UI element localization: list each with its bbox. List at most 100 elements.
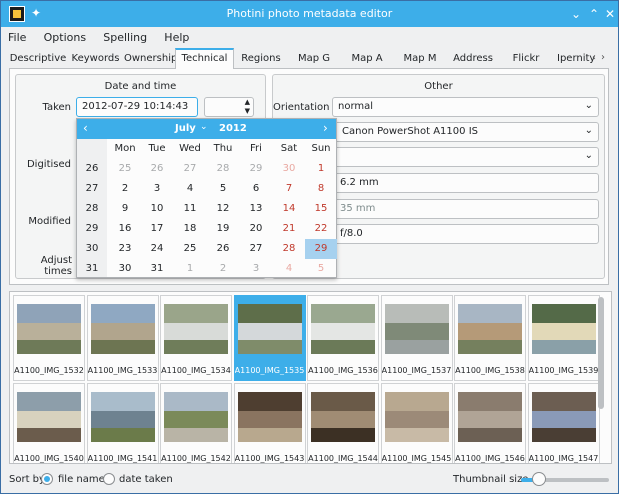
calendar-month[interactable]: July bbox=[175, 123, 196, 134]
calendar-day[interactable]: 14 bbox=[273, 199, 305, 219]
focal-length-35mm-field[interactable]: 35 mm bbox=[332, 199, 599, 219]
calendar-day[interactable]: 29 bbox=[240, 159, 272, 179]
thumbnail-item[interactable]: A1100_IMG_1532 bbox=[13, 295, 85, 381]
tab-map-a[interactable]: Map A bbox=[341, 50, 393, 69]
calendar-prev-month-icon[interactable]: ‹ bbox=[83, 121, 88, 135]
calendar-day[interactable]: 30 bbox=[109, 259, 141, 279]
spin-arrows[interactable]: ▲ ▼ bbox=[245, 98, 250, 116]
minimize-icon[interactable]: ⌄ bbox=[567, 5, 585, 23]
spin-up-icon[interactable]: ▲ bbox=[245, 98, 250, 106]
sort-file-name-radio[interactable] bbox=[41, 473, 53, 485]
calendar-day[interactable]: 4 bbox=[174, 179, 206, 199]
calendar-day[interactable]: 16 bbox=[109, 219, 141, 239]
calendar-day[interactable]: 4 bbox=[273, 259, 305, 279]
calendar-day[interactable]: 27 bbox=[174, 159, 206, 179]
calendar-day[interactable]: 19 bbox=[207, 219, 239, 239]
orientation-select[interactable]: normal ⌄ bbox=[332, 97, 599, 117]
thumbnail-item[interactable]: A1100_IMG_1539 bbox=[527, 295, 600, 381]
tab-keywords[interactable]: Keywords bbox=[67, 50, 124, 69]
calendar-popup[interactable]: ‹ July ⌄ 2012 › Mon Tue Wed Thu Fri Sat Sun 26 2… bbox=[76, 118, 337, 278]
calendar-day[interactable]: 26 bbox=[207, 239, 239, 259]
thumbnail-item[interactable]: A1100_IMG_1536 bbox=[307, 295, 379, 381]
calendar-day[interactable]: 13 bbox=[240, 199, 272, 219]
calendar-day[interactable]: 31 bbox=[141, 259, 173, 279]
taken-datetime-field[interactable]: 2012-07-29 10:14:43 bbox=[76, 97, 198, 117]
scrollbar-handle[interactable] bbox=[598, 297, 604, 409]
aperture-field[interactable]: f/8.0 bbox=[332, 224, 599, 244]
thumbnail-item[interactable]: A1100_IMG_1538 bbox=[454, 295, 526, 381]
thumbnail-item[interactable]: A1100_IMG_1546 bbox=[454, 383, 526, 463]
calendar-day[interactable]: 1 bbox=[305, 159, 337, 179]
tab-flickr[interactable]: Flickr bbox=[500, 50, 552, 69]
tab-address[interactable]: Address bbox=[447, 50, 499, 69]
thumbnail-item[interactable]: A1100_IMG_1537 bbox=[380, 295, 453, 381]
spin-down-icon[interactable]: ▼ bbox=[245, 107, 250, 115]
calendar-day[interactable]: 8 bbox=[305, 179, 337, 199]
tab-technical[interactable]: Technical bbox=[175, 48, 234, 70]
thumbnail-item[interactable]: A1100_IMG_1540 bbox=[13, 383, 85, 463]
calendar-day[interactable]: 29 bbox=[305, 239, 337, 259]
tab-ipernity[interactable]: Ipernity bbox=[553, 50, 597, 69]
calendar-day[interactable]: 27 bbox=[240, 239, 272, 259]
thumbnail-item[interactable]: A1100_IMG_1545 bbox=[380, 383, 453, 463]
sort-date-taken-radio[interactable] bbox=[103, 473, 115, 485]
thumbnail-size-slider-handle[interactable] bbox=[531, 472, 546, 486]
thumbnail-item[interactable]: A1100_IMG_1547 bbox=[527, 383, 600, 463]
tab-map-g[interactable]: Map G bbox=[288, 50, 340, 69]
menu-file[interactable]: File bbox=[1, 27, 33, 44]
calendar-day[interactable]: 3 bbox=[141, 179, 173, 199]
tab-map-m[interactable]: Map M bbox=[394, 50, 446, 69]
calendar-day[interactable]: 12 bbox=[207, 199, 239, 219]
calendar-day[interactable]: 5 bbox=[207, 179, 239, 199]
calendar-day[interactable]: 22 bbox=[305, 219, 337, 239]
calendar-day[interactable]: 2 bbox=[109, 179, 141, 199]
calendar-day[interactable]: 7 bbox=[273, 179, 305, 199]
thumbnail-item[interactable]: A1100_IMG_1541 bbox=[86, 383, 159, 463]
calendar-day[interactable]: 11 bbox=[174, 199, 206, 219]
chevron-right-icon[interactable]: › bbox=[601, 52, 605, 63]
calendar-day[interactable]: 6 bbox=[240, 179, 272, 199]
thumbnail-item[interactable]: A1100_IMG_1544 bbox=[307, 383, 379, 463]
sort-date-taken-label[interactable]: date taken bbox=[119, 474, 173, 485]
camera-select[interactable]: Canon PowerShot A1100 IS ⌄ bbox=[332, 122, 599, 142]
calendar-day[interactable]: 28 bbox=[273, 239, 305, 259]
menu-help[interactable]: Help bbox=[157, 27, 196, 44]
title-bar[interactable]: ✦ Photini photo metadata editor ⌄ ⌃ ✕ bbox=[1, 1, 618, 27]
calendar-day[interactable]: 15 bbox=[305, 199, 337, 219]
close-icon[interactable]: ✕ bbox=[601, 5, 619, 23]
calendar-day[interactable]: 3 bbox=[240, 259, 272, 279]
calendar-day[interactable]: 1 bbox=[174, 259, 206, 279]
calendar-day[interactable]: 21 bbox=[273, 219, 305, 239]
calendar-day[interactable]: 24 bbox=[141, 239, 173, 259]
calendar-day[interactable]: 25 bbox=[109, 159, 141, 179]
calendar-day[interactable]: 25 bbox=[174, 239, 206, 259]
chevron-down-icon[interactable]: ⌄ bbox=[200, 122, 208, 132]
calendar-day[interactable]: 5 bbox=[305, 259, 337, 279]
lens-select[interactable]: ⌄ bbox=[332, 147, 599, 167]
tab-regions[interactable]: Regions bbox=[235, 50, 287, 69]
calendar-year[interactable]: 2012 bbox=[219, 123, 247, 134]
thumbnail-scrollbar[interactable] bbox=[597, 295, 605, 459]
taken-precision-spinbox[interactable]: ▲ ▼ bbox=[204, 97, 254, 117]
calendar-day[interactable]: 26 bbox=[141, 159, 173, 179]
thumbnail-item[interactable]: A1100_IMG_1535 bbox=[233, 295, 306, 381]
calendar-day[interactable]: 20 bbox=[240, 219, 272, 239]
calendar-day[interactable]: 9 bbox=[109, 199, 141, 219]
sort-file-name-label[interactable]: file name bbox=[58, 474, 105, 485]
tab-ownership[interactable]: Ownership bbox=[124, 50, 177, 69]
thumbnail-item[interactable]: A1100_IMG_1534 bbox=[160, 295, 232, 381]
calendar-day[interactable]: 30 bbox=[273, 159, 305, 179]
calendar-day[interactable]: 2 bbox=[207, 259, 239, 279]
thumbnail-item[interactable]: A1100_IMG_1543 bbox=[233, 383, 306, 463]
calendar-day[interactable]: 18 bbox=[174, 219, 206, 239]
thumbnail-item[interactable]: A1100_IMG_1533 bbox=[86, 295, 159, 381]
calendar-day[interactable]: 23 bbox=[109, 239, 141, 259]
chevron-left-icon[interactable]: ‹ bbox=[592, 52, 596, 63]
calendar-day[interactable]: 28 bbox=[207, 159, 239, 179]
tab-descriptive[interactable]: Descriptive bbox=[9, 50, 67, 69]
calendar-day[interactable]: 10 bbox=[141, 199, 173, 219]
calendar-day[interactable]: 17 bbox=[141, 219, 173, 239]
thumbnail-item[interactable]: A1100_IMG_1542 bbox=[160, 383, 232, 463]
menu-spelling[interactable]: Spelling bbox=[96, 27, 154, 44]
menu-options[interactable]: Options bbox=[37, 27, 93, 44]
